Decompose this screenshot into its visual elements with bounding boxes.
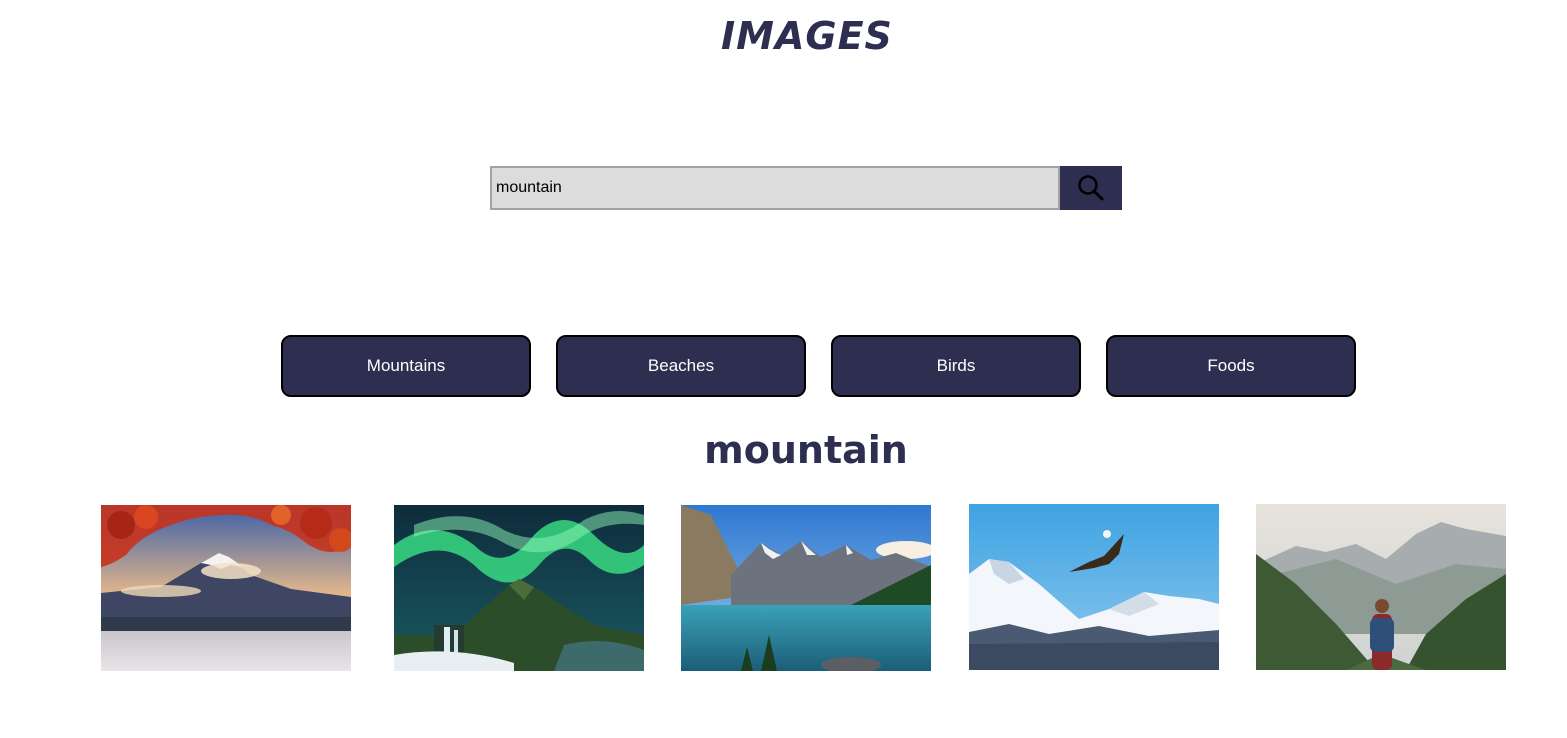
- result-image-2[interactable]: [394, 505, 644, 671]
- results-heading: mountain: [704, 428, 908, 472]
- category-buttons: Mountains Beaches Birds Foods: [281, 335, 1356, 397]
- category-button-beaches[interactable]: Beaches: [556, 335, 806, 397]
- search-input[interactable]: [490, 166, 1060, 210]
- result-image-5[interactable]: [1256, 504, 1506, 670]
- search-icon: [1078, 175, 1104, 201]
- category-button-mountains[interactable]: Mountains: [281, 335, 531, 397]
- search-button[interactable]: [1060, 166, 1122, 210]
- page-title: IMAGES: [721, 14, 893, 58]
- result-image-4[interactable]: [969, 504, 1219, 670]
- result-image-1[interactable]: [101, 505, 351, 671]
- search-bar: [490, 166, 1122, 210]
- category-button-birds[interactable]: Birds: [831, 335, 1081, 397]
- category-button-foods[interactable]: Foods: [1106, 335, 1356, 397]
- result-image-3[interactable]: [681, 505, 931, 671]
